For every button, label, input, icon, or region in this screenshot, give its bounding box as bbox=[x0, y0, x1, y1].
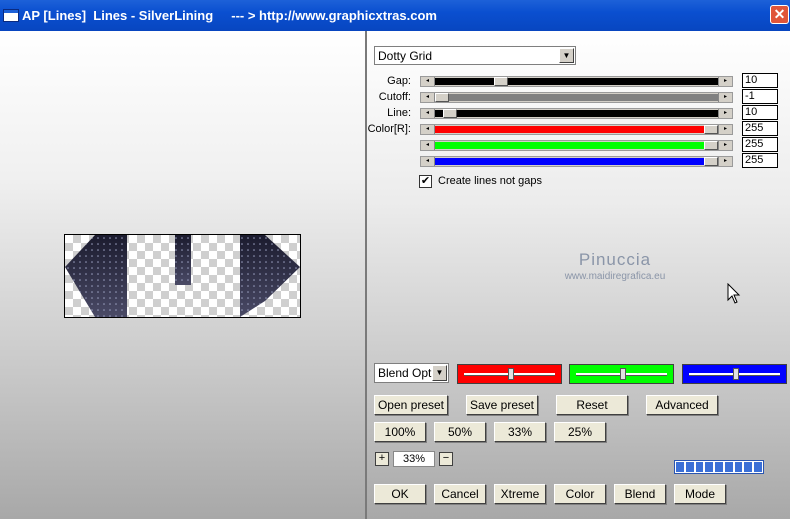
slider-decrement-button[interactable]: ◂ bbox=[421, 125, 435, 134]
zoom-value-field[interactable]: 33% bbox=[393, 451, 435, 467]
title-bar: AP [Lines] Lines - SilverLining --- > ht… bbox=[0, 0, 790, 31]
slider-increment-button[interactable]: ▸ bbox=[718, 77, 732, 86]
slider-increment-button[interactable]: ▸ bbox=[718, 93, 732, 102]
slider-decrement-button[interactable]: ◂ bbox=[421, 141, 435, 150]
app-window-icon bbox=[3, 9, 19, 22]
slider-value-field[interactable]: -1 bbox=[742, 89, 778, 104]
slider-increment-button[interactable]: ▸ bbox=[718, 157, 732, 166]
reset-button[interactable]: Reset bbox=[556, 395, 628, 415]
preview-pane bbox=[0, 31, 365, 519]
zoom-out-button[interactable]: − bbox=[439, 452, 453, 466]
slider-label: Cutoff: bbox=[378, 91, 411, 103]
blend-button[interactable]: Blend bbox=[614, 484, 666, 504]
create-lines-label: Create lines not gaps bbox=[438, 175, 542, 187]
slider-fill bbox=[435, 142, 718, 149]
preview-image bbox=[65, 235, 300, 317]
slider-increment-button[interactable]: ▸ bbox=[718, 125, 732, 134]
slider-increment-button[interactable]: ▸ bbox=[718, 141, 732, 150]
slider-fill bbox=[435, 78, 718, 85]
slider-thumb[interactable] bbox=[704, 125, 718, 134]
zoom-33-button[interactable]: 33% bbox=[494, 422, 546, 442]
blend-options-dropdown[interactable]: Blend Optio ▼ bbox=[374, 363, 449, 383]
color-mini-slider[interactable] bbox=[457, 364, 562, 384]
slider-value-field[interactable]: 255 bbox=[742, 121, 778, 136]
slider-thumb[interactable] bbox=[443, 109, 457, 118]
slider-track[interactable]: ◂ ▸ bbox=[420, 108, 733, 119]
slider-label: Gap: bbox=[387, 75, 411, 87]
create-lines-checkbox[interactable]: ✔ bbox=[419, 175, 432, 188]
slider-label: Line: bbox=[387, 107, 411, 119]
slider-value-field[interactable]: 10 bbox=[742, 73, 778, 88]
ok-button[interactable]: OK bbox=[374, 484, 426, 504]
mini-slider-thumb[interactable] bbox=[508, 368, 514, 380]
blend-options-value: Blend Optio bbox=[378, 366, 434, 380]
slider-thumb[interactable] bbox=[435, 93, 449, 102]
advanced-button[interactable]: Advanced bbox=[646, 395, 718, 415]
color-button[interactable]: Color bbox=[554, 484, 606, 504]
mini-slider-thumb[interactable] bbox=[733, 368, 739, 380]
slider-track[interactable]: ◂ ▸ bbox=[420, 156, 733, 167]
slider-value-field[interactable]: 255 bbox=[742, 153, 778, 168]
pattern-dropdown-value: Dotty Grid bbox=[378, 49, 433, 63]
slider-value-field[interactable]: 255 bbox=[742, 137, 778, 152]
slider-fill bbox=[435, 158, 718, 165]
mouse-cursor-icon bbox=[727, 283, 741, 304]
slider-thumb[interactable] bbox=[704, 141, 718, 150]
watermark-site: www.maidiregrafica.eu bbox=[564, 271, 666, 282]
progress-indicator bbox=[674, 460, 764, 474]
chevron-down-icon[interactable]: ▼ bbox=[432, 365, 447, 381]
zoom-in-button[interactable]: + bbox=[375, 452, 389, 466]
pattern-dropdown[interactable]: Dotty Grid ▼ bbox=[374, 46, 576, 65]
xtreme-button[interactable]: Xtreme bbox=[494, 484, 546, 504]
open-preset-button[interactable]: Open preset bbox=[374, 395, 448, 415]
color-mini-slider[interactable] bbox=[682, 364, 787, 384]
slider-increment-button[interactable]: ▸ bbox=[718, 109, 732, 118]
slider-fill bbox=[435, 94, 718, 101]
slider-decrement-button[interactable]: ◂ bbox=[421, 109, 435, 118]
preview-canvas bbox=[64, 234, 301, 318]
zoom-50-button[interactable]: 50% bbox=[434, 422, 486, 442]
mode-button[interactable]: Mode bbox=[674, 484, 726, 504]
slider-track[interactable]: ◂ ▸ bbox=[420, 124, 733, 135]
window-title: AP [Lines] Lines - SilverLining --- > ht… bbox=[22, 8, 437, 23]
check-mark-icon: ✔ bbox=[420, 175, 431, 187]
slider-fill bbox=[435, 110, 718, 117]
slider-thumb[interactable] bbox=[494, 77, 508, 86]
slider-track[interactable]: ◂ ▸ bbox=[420, 76, 733, 87]
chevron-down-icon[interactable]: ▼ bbox=[559, 48, 574, 63]
slider-label: Color[R]: bbox=[367, 123, 411, 135]
close-button[interactable]: ✕ bbox=[770, 5, 789, 24]
slider-fill bbox=[435, 126, 718, 133]
color-mini-slider[interactable] bbox=[569, 364, 674, 384]
zoom-25-button[interactable]: 25% bbox=[554, 422, 606, 442]
slider-decrement-button[interactable]: ◂ bbox=[421, 157, 435, 166]
mini-slider-thumb[interactable] bbox=[620, 368, 626, 380]
watermark-name: Pinuccia bbox=[578, 250, 652, 269]
slider-decrement-button[interactable]: ◂ bbox=[421, 77, 435, 86]
slider-value-field[interactable]: 10 bbox=[742, 105, 778, 120]
slider-track[interactable]: ◂ ▸ bbox=[420, 140, 733, 151]
slider-thumb[interactable] bbox=[704, 157, 718, 166]
zoom-100-button[interactable]: 100% bbox=[374, 422, 426, 442]
cancel-button[interactable]: Cancel bbox=[434, 484, 486, 504]
slider-decrement-button[interactable]: ◂ bbox=[421, 93, 435, 102]
slider-track[interactable]: ◂ ▸ bbox=[420, 92, 733, 103]
save-preset-button[interactable]: Save preset bbox=[466, 395, 538, 415]
